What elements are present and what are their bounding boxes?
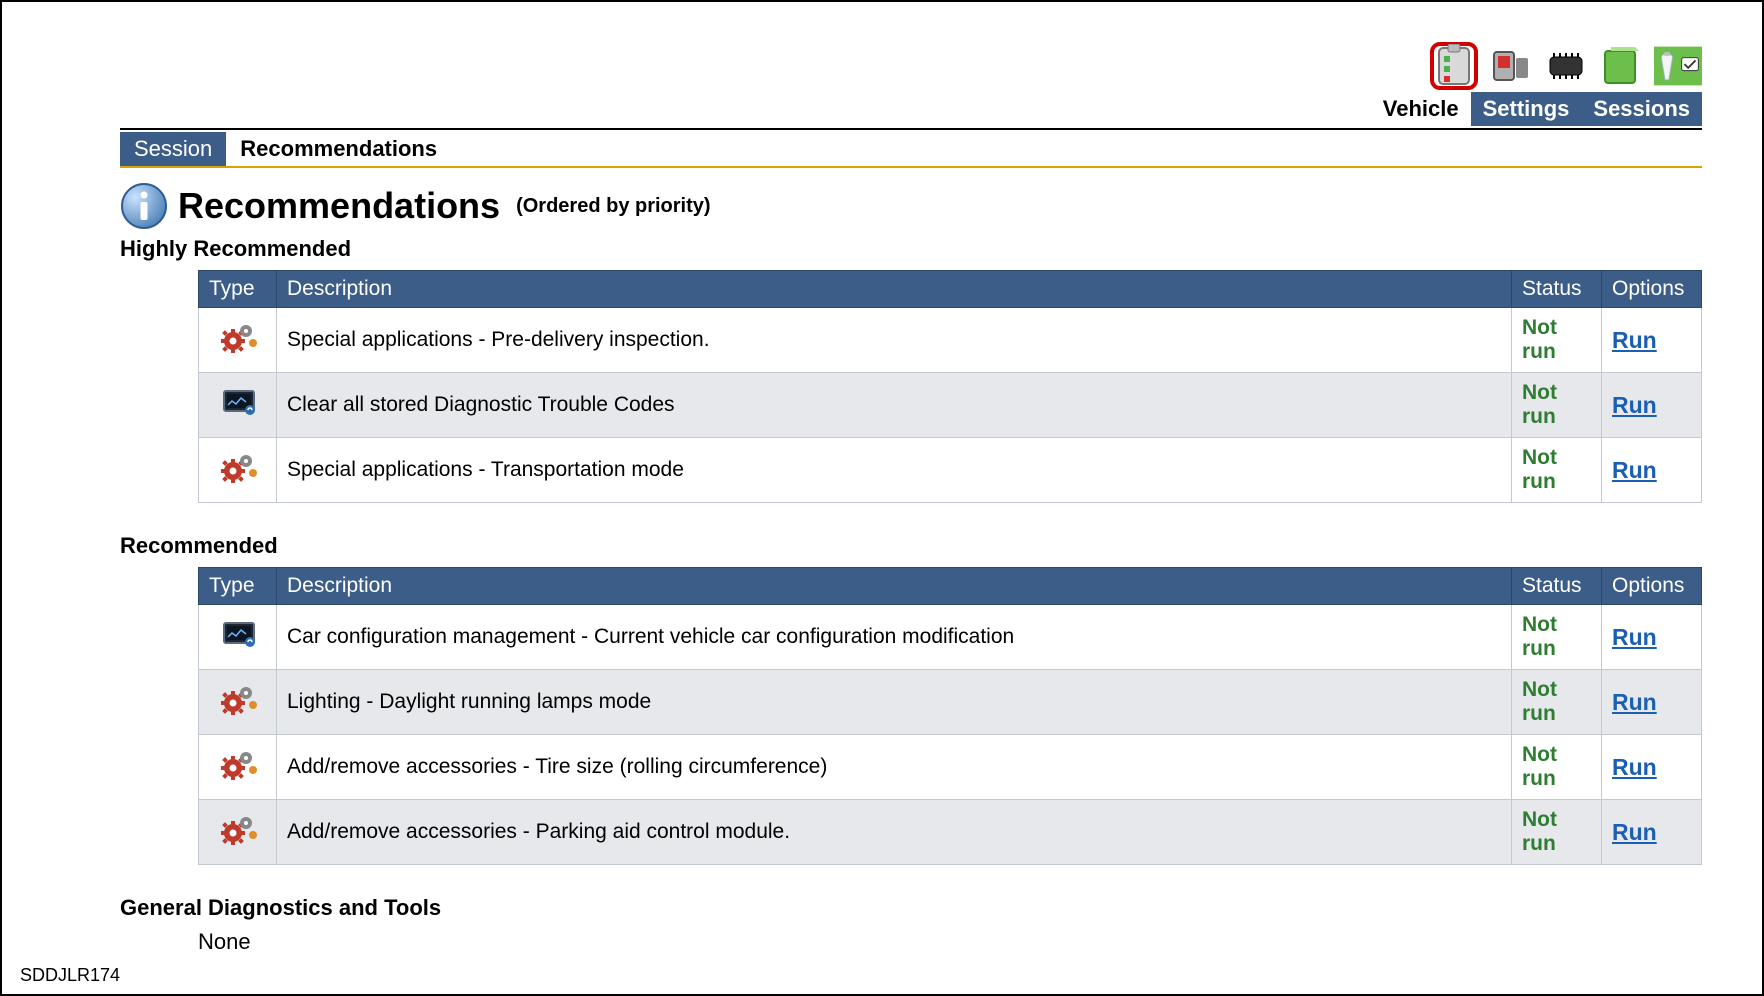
run-link[interactable]: Run (1612, 392, 1657, 418)
gear-icon (199, 800, 277, 865)
table-row: Car configuration management - Current v… (199, 605, 1702, 670)
description-cell: Add/remove accessories - Parking aid con… (277, 800, 1512, 865)
footer-code: SDDJLR174 (20, 965, 120, 986)
status-cell: Not run (1512, 373, 1602, 438)
screen-icon (199, 373, 277, 438)
description-cell: Add/remove accessories - Tire size (roll… (277, 735, 1512, 800)
screen-icon (199, 605, 277, 670)
page-subtitle: (Ordered by priority) (516, 195, 710, 218)
description-cell: Clear all stored Diagnostic Trouble Code… (277, 373, 1512, 438)
subtab-recommendations[interactable]: Recommendations (226, 132, 451, 166)
options-cell: Run (1602, 735, 1702, 800)
col-description: Description (277, 568, 1512, 605)
module-icon[interactable] (1542, 42, 1590, 90)
options-cell: Run (1602, 373, 1702, 438)
run-link[interactable]: Run (1612, 754, 1657, 780)
col-options: Options (1602, 271, 1702, 308)
gear-icon (199, 735, 277, 800)
window-frame: Vehicle Settings Sessions Session Recomm… (0, 0, 1764, 996)
options-cell: Run (1602, 308, 1702, 373)
col-status: Status (1512, 568, 1602, 605)
options-cell: Run (1602, 670, 1702, 735)
status-cell: Not run (1512, 438, 1602, 503)
highly-recommended-table: Type Description Status Options Special … (198, 270, 1702, 503)
general-diag-none: None (198, 929, 1702, 955)
options-cell: Run (1602, 438, 1702, 503)
table-row: Add/remove accessories - Tire size (roll… (199, 735, 1702, 800)
gear-icon (199, 670, 277, 735)
tab-sessions[interactable]: Sessions (1581, 92, 1702, 126)
options-cell: Run (1602, 800, 1702, 865)
tab-vehicle[interactable]: Vehicle (1371, 92, 1471, 126)
gear-icon (199, 308, 277, 373)
sessions-icon[interactable] (1654, 42, 1702, 90)
page-title: Recommendations (178, 185, 500, 227)
status-cell: Not run (1512, 670, 1602, 735)
gear-icon (199, 438, 277, 503)
table-row: Lighting - Daylight running lamps modeNo… (199, 670, 1702, 735)
run-link[interactable]: Run (1612, 327, 1657, 353)
status-cell: Not run (1512, 735, 1602, 800)
subtab-session[interactable]: Session (120, 132, 226, 166)
section-general-diag-label: General Diagnostics and Tools (120, 895, 1702, 921)
green-box-icon[interactable] (1598, 42, 1646, 90)
table-row: Special applications - Pre-delivery insp… (199, 308, 1702, 373)
top-icon-row (1430, 42, 1702, 90)
tab-settings[interactable]: Settings (1471, 92, 1582, 126)
col-description: Description (277, 271, 1512, 308)
description-cell: Car configuration management - Current v… (277, 605, 1512, 670)
settings-icon[interactable] (1486, 42, 1534, 90)
col-options: Options (1602, 568, 1702, 605)
run-link[interactable]: Run (1612, 689, 1657, 715)
table-row: Special applications - Transportation mo… (199, 438, 1702, 503)
description-cell: Special applications - Pre-delivery insp… (277, 308, 1512, 373)
subtabs: Session Recommendations (120, 132, 1702, 168)
recommended-table: Type Description Status Options Car conf… (198, 567, 1702, 865)
status-cell: Not run (1512, 605, 1602, 670)
section-highly-recommended-label: Highly Recommended (120, 236, 1702, 262)
main-content: Vehicle Settings Sessions Session Recomm… (120, 42, 1702, 955)
divider (120, 128, 1702, 130)
vehicle-icon[interactable] (1430, 42, 1478, 90)
description-cell: Special applications - Transportation mo… (277, 438, 1512, 503)
run-link[interactable]: Run (1612, 457, 1657, 483)
top-area: Vehicle Settings Sessions (120, 42, 1702, 126)
section-recommended-label: Recommended (120, 533, 1702, 559)
page-header: Recommendations (Ordered by priority) (120, 182, 1702, 230)
top-tabs: Vehicle Settings Sessions (1371, 92, 1702, 126)
col-type: Type (199, 568, 277, 605)
table-row: Add/remove accessories - Parking aid con… (199, 800, 1702, 865)
info-icon (120, 182, 168, 230)
status-cell: Not run (1512, 308, 1602, 373)
run-link[interactable]: Run (1612, 819, 1657, 845)
table-row: Clear all stored Diagnostic Trouble Code… (199, 373, 1702, 438)
run-link[interactable]: Run (1612, 624, 1657, 650)
col-type: Type (199, 271, 277, 308)
top-toolbar-group: Vehicle Settings Sessions (1371, 42, 1702, 126)
description-cell: Lighting - Daylight running lamps mode (277, 670, 1512, 735)
col-status: Status (1512, 271, 1602, 308)
options-cell: Run (1602, 605, 1702, 670)
status-cell: Not run (1512, 800, 1602, 865)
